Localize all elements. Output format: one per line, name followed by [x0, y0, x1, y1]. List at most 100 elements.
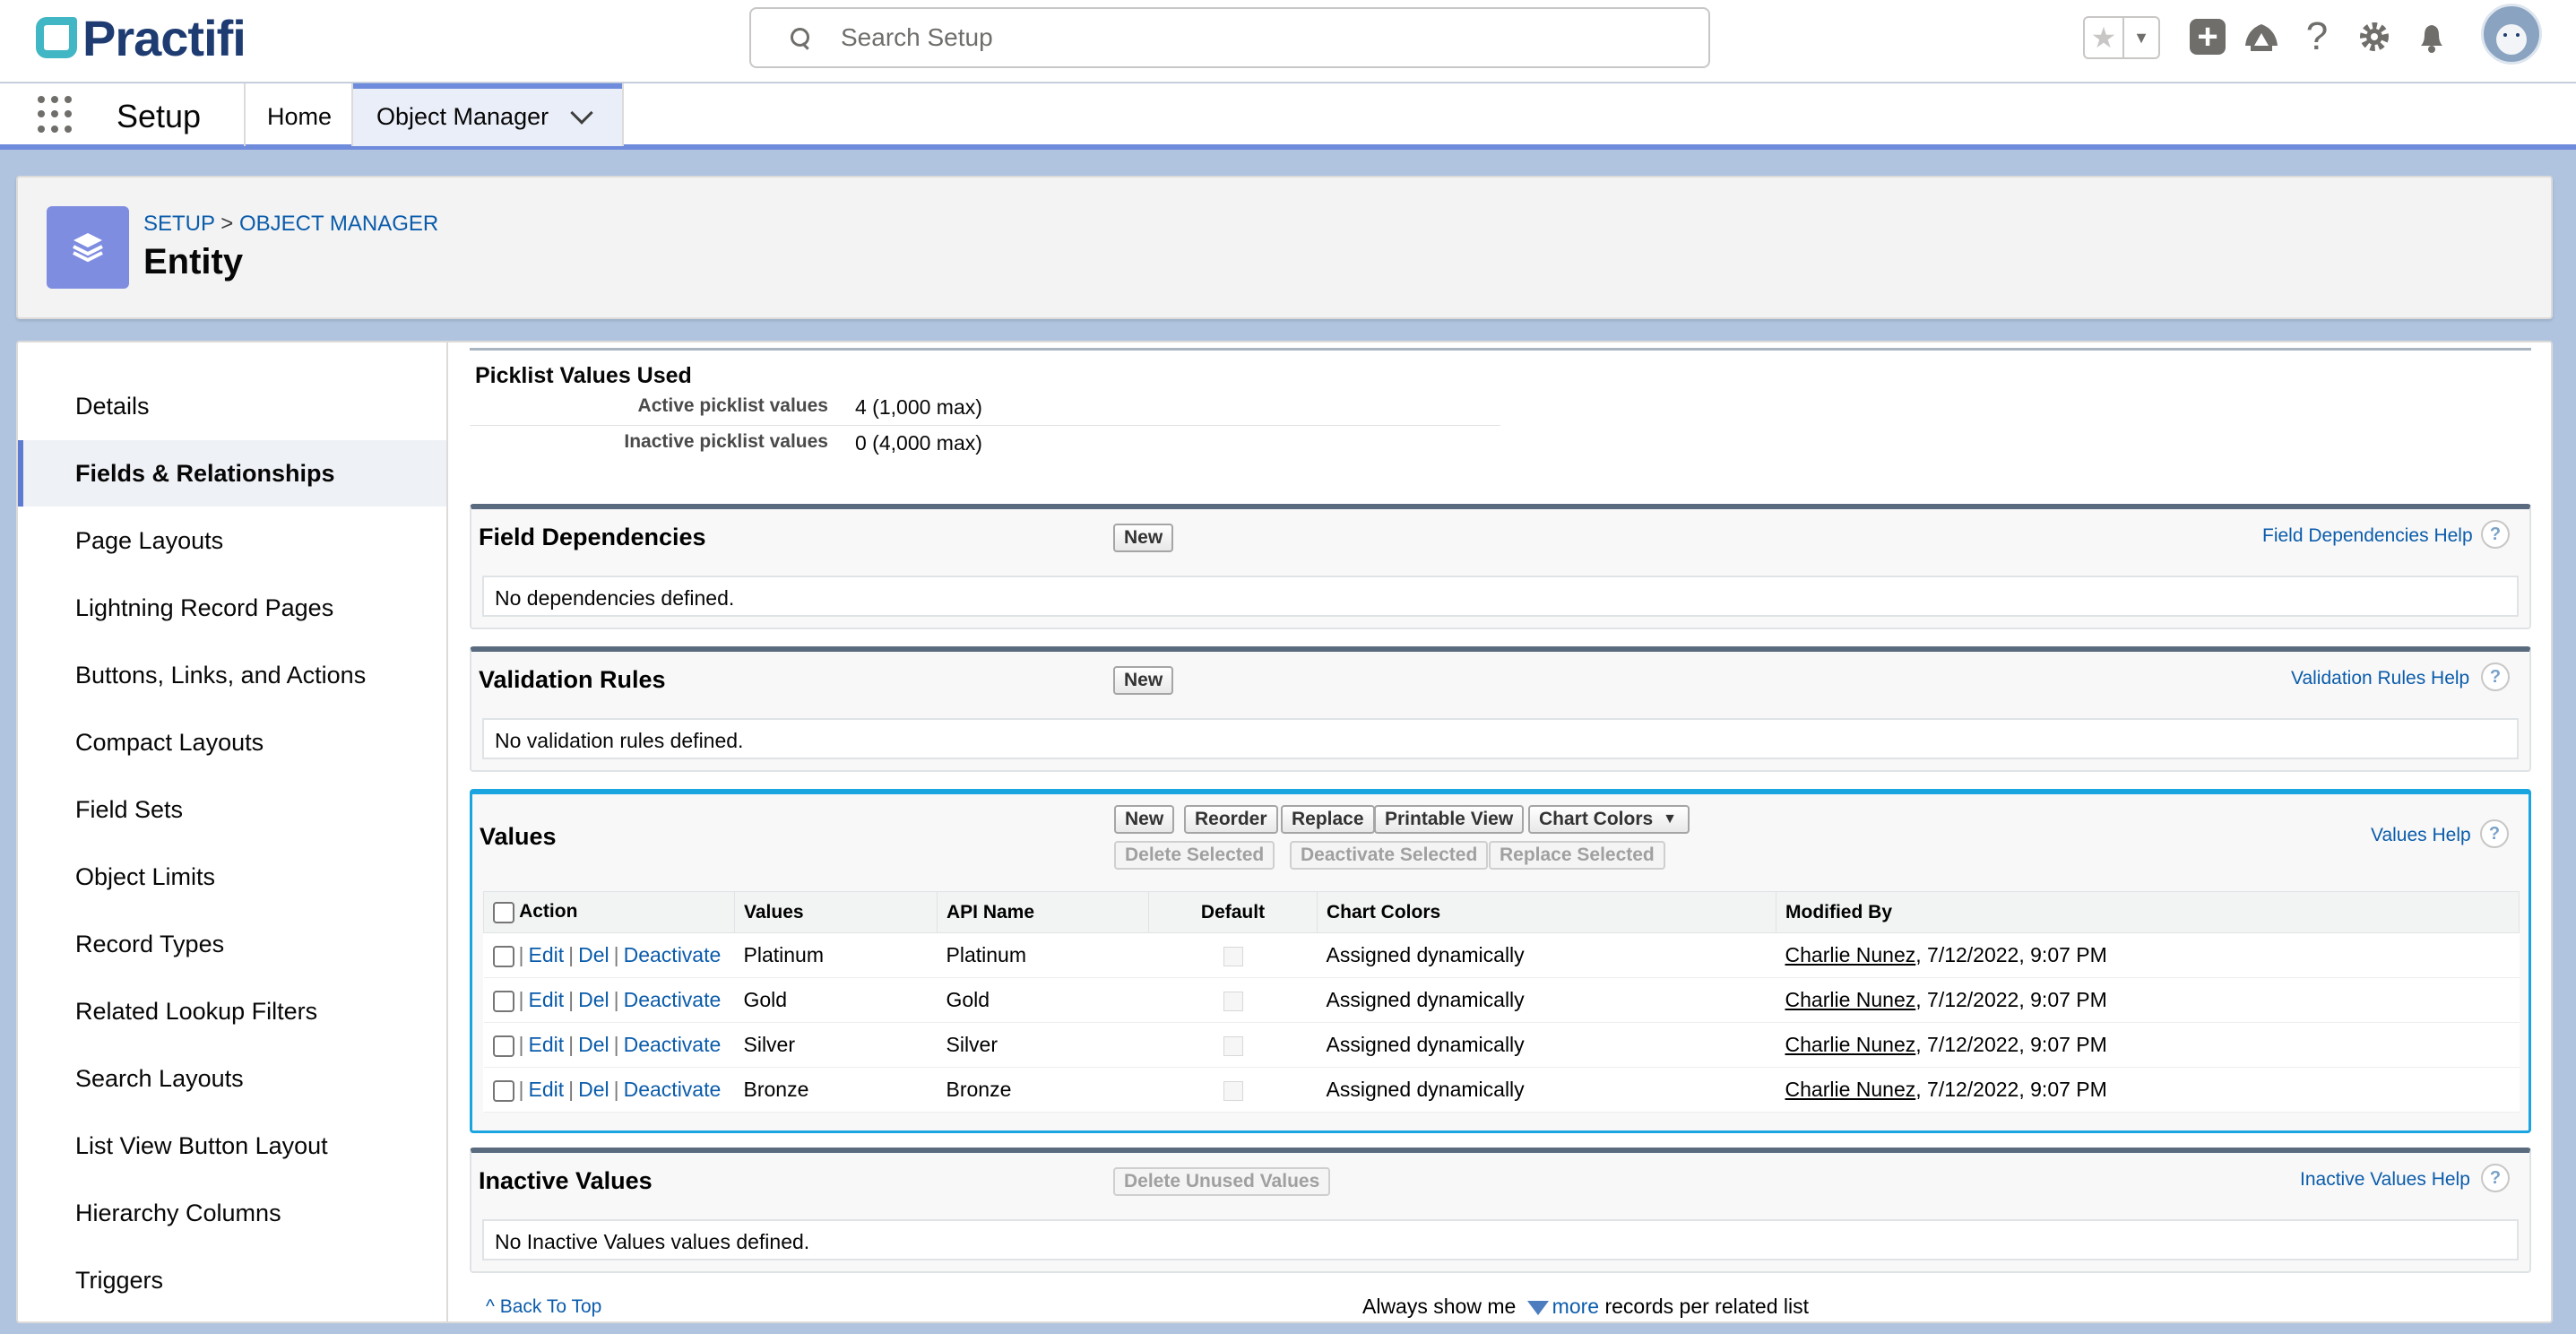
help-icon[interactable]: ?: [2480, 819, 2509, 848]
row-checkbox[interactable]: [492, 1035, 514, 1057]
user-avatar[interactable]: [2481, 4, 2542, 65]
default-checkbox: [1223, 946, 1243, 966]
deactivate-link[interactable]: Deactivate: [624, 1033, 722, 1056]
validation-rules-help-link[interactable]: Validation Rules Help: [2291, 668, 2469, 689]
sidebar-item-hierarchy-columns[interactable]: Hierarchy Columns: [18, 1180, 446, 1246]
sidebar-item-compact-layouts[interactable]: Compact Layouts: [18, 709, 446, 775]
edit-link[interactable]: Edit: [528, 1033, 564, 1056]
separator: |: [613, 988, 619, 1011]
detail-content: Picklist Values Used Active picklist val…: [448, 342, 2551, 1321]
sidebar-item-lightning-record-pages[interactable]: Lightning Record Pages: [18, 575, 446, 641]
modified-date: , 7/12/2022, 9:07 PM: [1915, 1033, 2107, 1056]
tab-home[interactable]: Home: [267, 103, 332, 131]
deactivate-link[interactable]: Deactivate: [624, 988, 722, 1011]
delete-selected-button[interactable]: Delete Selected: [1114, 841, 1275, 870]
new-validation-rule-button[interactable]: New: [1113, 666, 1174, 695]
deactivate-selected-button[interactable]: Deactivate Selected: [1290, 841, 1489, 870]
values-section: Values New Reorder Replace Printable Vie…: [470, 789, 2531, 1133]
value-cell: Bronze: [734, 1067, 938, 1113]
sidebar-item-related-lookup-filters[interactable]: Related Lookup Filters: [18, 978, 446, 1044]
row-checkbox[interactable]: [492, 990, 514, 1012]
new-dependency-button[interactable]: New: [1113, 524, 1174, 552]
inactive-values-section: Inactive Values Delete Unused Values Ina…: [470, 1148, 2531, 1273]
app-nav-bar: Setup Home Object Manager: [0, 83, 2576, 150]
breadcrumb-setup[interactable]: SETUP: [143, 212, 215, 236]
bell-icon[interactable]: [2411, 16, 2452, 57]
default-checkbox: [1223, 1080, 1243, 1101]
sidebar-item-search-layouts[interactable]: Search Layouts: [18, 1045, 446, 1112]
api-name-cell: Bronze: [937, 1067, 1149, 1113]
printable-view-button[interactable]: Printable View: [1374, 805, 1525, 834]
field-dependencies-help-link[interactable]: Field Dependencies Help: [2262, 525, 2473, 547]
brand-logo[interactable]: Practifi: [36, 10, 246, 66]
modified-by-cell: Charlie Nunez, 7/12/2022, 9:07 PM: [1776, 1067, 2520, 1113]
new-value-button[interactable]: New: [1114, 805, 1175, 834]
search-input[interactable]: [841, 23, 1647, 52]
app-name: Setup: [117, 98, 202, 134]
chart-colors-button[interactable]: Chart Colors ▼: [1528, 805, 1690, 834]
sidebar-item-object-limits[interactable]: Object Limits: [18, 844, 446, 910]
sidebar-item-details[interactable]: Details: [18, 373, 446, 439]
select-all-checkbox[interactable]: [493, 901, 514, 923]
always-show-label: Always show me: [1362, 1295, 1517, 1318]
picklist-values-used-section: Picklist Values Used Active picklist val…: [470, 348, 2531, 455]
favorites-control[interactable]: ★ ▼: [2083, 16, 2160, 59]
triangle-down-icon[interactable]: [1526, 1300, 1549, 1315]
field-label: Inactive picklist values: [624, 431, 828, 452]
global-header: Practifi ★ ▼ + ?: [0, 0, 2576, 82]
main-panel: Details Fields & Relationships Page Layo…: [16, 341, 2553, 1323]
deactivate-link[interactable]: Deactivate: [624, 1078, 722, 1101]
del-link[interactable]: Del: [578, 1033, 609, 1056]
breadcrumb-object-manager[interactable]: OBJECT MANAGER: [239, 212, 438, 236]
action-cell: | Edit | Del | Deactivate: [483, 977, 735, 1023]
help-icon[interactable]: ?: [2481, 520, 2510, 549]
del-link[interactable]: Del: [578, 988, 609, 1011]
more-link[interactable]: more: [1552, 1295, 1599, 1318]
field-value: 0 (4,000 max): [855, 431, 982, 455]
modified-by-cell: Charlie Nunez, 7/12/2022, 9:07 PM: [1776, 1022, 2520, 1068]
sidebar-item-buttons-links-actions[interactable]: Buttons, Links, and Actions: [18, 642, 446, 708]
row-checkbox[interactable]: [492, 1079, 514, 1102]
delete-unused-values-button[interactable]: Delete Unused Values: [1113, 1167, 1331, 1196]
sidebar-item-fields-relationships[interactable]: Fields & Relationships: [18, 440, 446, 507]
values-help-link[interactable]: Values Help: [2371, 825, 2471, 846]
sidebar-item-record-types[interactable]: Record Types: [18, 911, 446, 977]
replace-selected-button[interactable]: Replace Selected: [1489, 841, 1665, 870]
user-link[interactable]: Charlie Nunez: [1785, 1033, 1916, 1056]
inactive-values-help-link[interactable]: Inactive Values Help: [2300, 1169, 2470, 1191]
reorder-button[interactable]: Reorder: [1184, 805, 1278, 834]
modified-date: , 7/12/2022, 9:07 PM: [1915, 1078, 2107, 1101]
sidebar-item-triggers[interactable]: Triggers: [18, 1247, 446, 1313]
modified-date: , 7/12/2022, 9:07 PM: [1915, 988, 2107, 1011]
edit-link[interactable]: Edit: [528, 1078, 564, 1101]
row-checkbox[interactable]: [492, 945, 514, 967]
sidebar-item-page-layouts[interactable]: Page Layouts: [18, 507, 446, 574]
modified-date: , 7/12/2022, 9:07 PM: [1915, 943, 2107, 966]
chevron-down-icon[interactable]: ▼: [2124, 18, 2158, 57]
trailhead-icon[interactable]: [2241, 16, 2282, 57]
search-box[interactable]: [749, 7, 1710, 68]
api-name-cell: Silver: [937, 1022, 1149, 1068]
deactivate-link[interactable]: Deactivate: [624, 943, 722, 966]
user-link[interactable]: Charlie Nunez: [1785, 1078, 1916, 1101]
del-link[interactable]: Del: [578, 943, 609, 966]
del-link[interactable]: Del: [578, 1078, 609, 1101]
user-link[interactable]: Charlie Nunez: [1785, 988, 1916, 1011]
help-icon[interactable]: ?: [2481, 1164, 2510, 1192]
help-icon[interactable]: ?: [2481, 663, 2510, 691]
chart-color-cell: Assigned dynamically: [1317, 1022, 1776, 1068]
sidebar-item-list-view-button-layout[interactable]: List View Button Layout: [18, 1113, 446, 1179]
user-link[interactable]: Charlie Nunez: [1785, 943, 1916, 966]
app-launcher-icon[interactable]: [38, 96, 75, 134]
records-suffix: records per related list: [1604, 1295, 1810, 1318]
star-icon[interactable]: ★: [2085, 18, 2124, 57]
sidebar-item-field-sets[interactable]: Field Sets: [18, 776, 446, 843]
edit-link[interactable]: Edit: [528, 988, 564, 1011]
replace-button[interactable]: Replace: [1281, 805, 1375, 834]
edit-link[interactable]: Edit: [528, 943, 564, 966]
tab-object-manager-label[interactable]: Object Manager: [376, 103, 549, 131]
back-to-top-link[interactable]: ^ Back To Top: [486, 1296, 601, 1318]
help-icon[interactable]: ?: [2296, 14, 2338, 58]
add-icon[interactable]: +: [2187, 16, 2228, 57]
gear-icon[interactable]: [2354, 16, 2395, 57]
